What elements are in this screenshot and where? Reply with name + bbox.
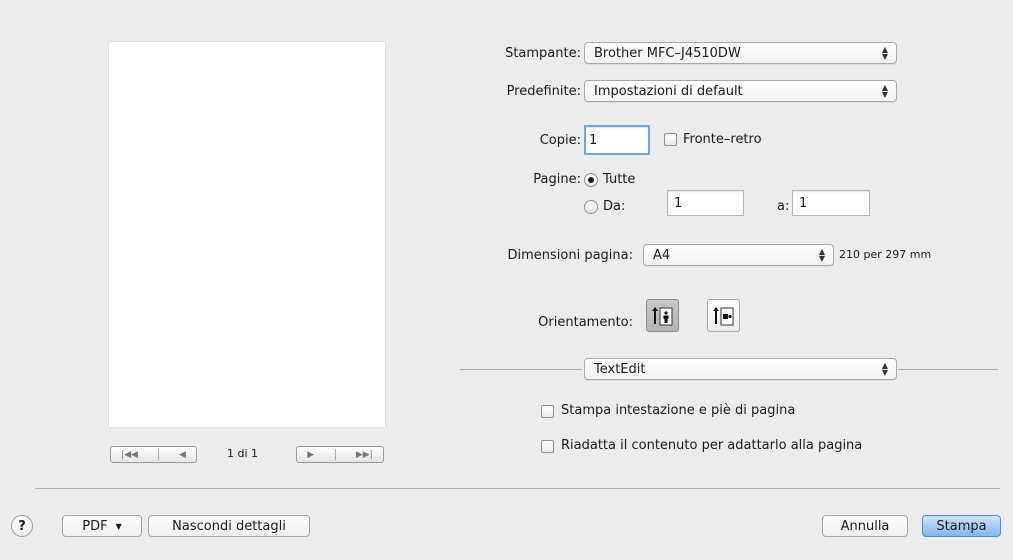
- presets-label: Predefinite:: [506, 84, 581, 99]
- last-page-icon[interactable]: ▶▶|: [356, 450, 373, 460]
- rewrap-contents-label: Riadatta il contenuto per adattarlo alla…: [561, 438, 863, 453]
- pages-label: Pagine:: [533, 172, 581, 187]
- paper-size-label: Dimensioni pagina:: [507, 248, 633, 263]
- previous-page-icon[interactable]: ◀: [179, 450, 186, 460]
- copies-label: Copie:: [539, 133, 581, 148]
- chevron-updown-icon: ▲ ▼: [818, 247, 825, 263]
- hide-details-button[interactable]: Nascondi dettagli: [148, 515, 310, 537]
- pages-from-field[interactable]: 1: [667, 190, 744, 216]
- preview-back-nav: |◀◀ ◀: [110, 446, 197, 463]
- section-divider-left: [460, 369, 582, 370]
- presets-value: Impostazioni di default: [594, 83, 743, 99]
- pages-all-label: Tutte: [603, 172, 636, 187]
- header-footer-checkbox[interactable]: [541, 405, 554, 418]
- next-page-icon[interactable]: ▶: [307, 450, 314, 460]
- pdf-menu-button[interactable]: PDF ▼: [62, 515, 142, 537]
- nav-separator: [334, 449, 336, 460]
- pages-all-radio[interactable]: [584, 173, 598, 187]
- nav-separator: [157, 449, 159, 460]
- header-footer-label: Stampa intestazione e piè di pagina: [561, 403, 796, 418]
- duplex-label: Fronte–retro: [683, 132, 762, 147]
- orientation-label: Orientamento:: [538, 315, 633, 330]
- app-section-value: TextEdit: [594, 361, 646, 377]
- page-counter: 1 di 1: [227, 447, 259, 460]
- printer-value: Brother MFC–J4510DW: [594, 45, 741, 61]
- page-preview: [109, 42, 385, 427]
- radio-selected-dot: [588, 177, 594, 183]
- printer-select[interactable]: Brother MFC–J4510DW ▲ ▼: [584, 42, 897, 64]
- footer-divider: [35, 488, 1000, 489]
- presets-select[interactable]: Impostazioni di default ▲ ▼: [584, 80, 897, 102]
- printer-label: Stampante:: [505, 46, 581, 61]
- portrait-orientation-icon: [651, 306, 672, 325]
- pages-range-radio[interactable]: [584, 200, 598, 214]
- cancel-button[interactable]: Annulla: [822, 515, 908, 537]
- paper-dimensions: 210 per 297 mm: [839, 248, 932, 261]
- orientation-portrait-button[interactable]: [646, 299, 679, 332]
- chevron-updown-icon: ▲ ▼: [881, 83, 888, 99]
- first-page-icon[interactable]: |◀◀: [121, 450, 138, 460]
- help-button[interactable]: ?: [11, 515, 33, 537]
- pdf-label: PDF: [82, 518, 108, 534]
- copies-field[interactable]: 1: [584, 125, 650, 155]
- chevron-down-icon: ▼: [115, 521, 122, 531]
- section-divider-right: [898, 369, 998, 370]
- print-button[interactable]: Stampa: [922, 515, 1001, 537]
- app-section-select[interactable]: TextEdit ▲ ▼: [584, 358, 897, 380]
- pages-to-label: a:: [777, 199, 790, 214]
- pages-range-label: Da:: [603, 199, 626, 214]
- orientation-landscape-button[interactable]: [707, 299, 740, 332]
- duplex-checkbox[interactable]: [664, 133, 677, 146]
- chevron-updown-icon: ▲ ▼: [881, 45, 888, 61]
- paper-size-select[interactable]: A4 ▲ ▼: [643, 244, 834, 266]
- rewrap-contents-checkbox[interactable]: [541, 440, 554, 453]
- pages-to-field[interactable]: 1: [792, 190, 870, 216]
- preview-forward-nav: ▶ ▶▶|: [296, 446, 384, 463]
- paper-size-value: A4: [653, 247, 671, 263]
- chevron-updown-icon: ▲ ▼: [881, 361, 888, 377]
- landscape-orientation-icon: [712, 306, 733, 325]
